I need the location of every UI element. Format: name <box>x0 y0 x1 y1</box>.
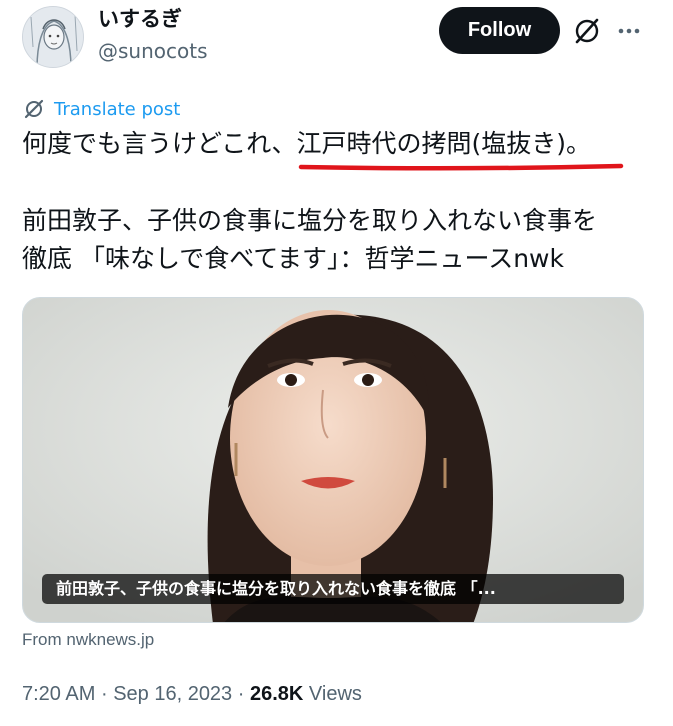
separator-dot: · <box>237 683 245 705</box>
link-source[interactable]: From nwknews.jp <box>22 630 154 650</box>
grok-icon <box>24 99 44 119</box>
more-options-button[interactable] <box>612 14 646 48</box>
separator-dot: · <box>100 683 108 705</box>
translate-post-link[interactable]: Translate post <box>22 97 180 121</box>
author-handle[interactable]: @sunocots <box>98 38 208 64</box>
grok-icon <box>575 18 599 44</box>
post-time[interactable]: 7:20 AM <box>22 683 95 705</box>
post-text-line-2: 前田敦子、子供の食事に塩分を取り入れない食事を <box>22 206 598 235</box>
link-card-caption: 前田敦子、子供の食事に塩分を取り入れない食事を徹底 「... <box>42 574 624 604</box>
sketch-portrait-avatar <box>23 7 83 67</box>
grok-button[interactable] <box>570 14 604 48</box>
post-metadata: 7:20 AM · Sep 16, 2023 · 26.8K Views <box>22 683 362 706</box>
post-text-line-1: 何度でも言うけどこれ、江戸時代の拷問(塩抜き)。 <box>22 129 592 158</box>
more-horizontal-icon <box>618 28 640 34</box>
red-underline-annotation <box>298 163 624 171</box>
views-count: 26.8K <box>249 683 304 705</box>
avatar[interactable] <box>22 6 84 68</box>
post-text-line-3: 徹底 「味なしで食べてます」：哲学ニュースnwk <box>22 244 564 273</box>
translate-post-label[interactable]: Translate post <box>54 99 180 120</box>
author-display-name[interactable]: いするぎ <box>98 6 182 32</box>
follow-button[interactable]: Follow <box>439 7 560 54</box>
post-date[interactable]: Sep 16, 2023 <box>113 683 232 705</box>
link-card-image[interactable]: 前田敦子、子供の食事に塩分を取り入れない食事を徹底 「... <box>22 297 644 623</box>
views-label: Views <box>308 683 362 705</box>
